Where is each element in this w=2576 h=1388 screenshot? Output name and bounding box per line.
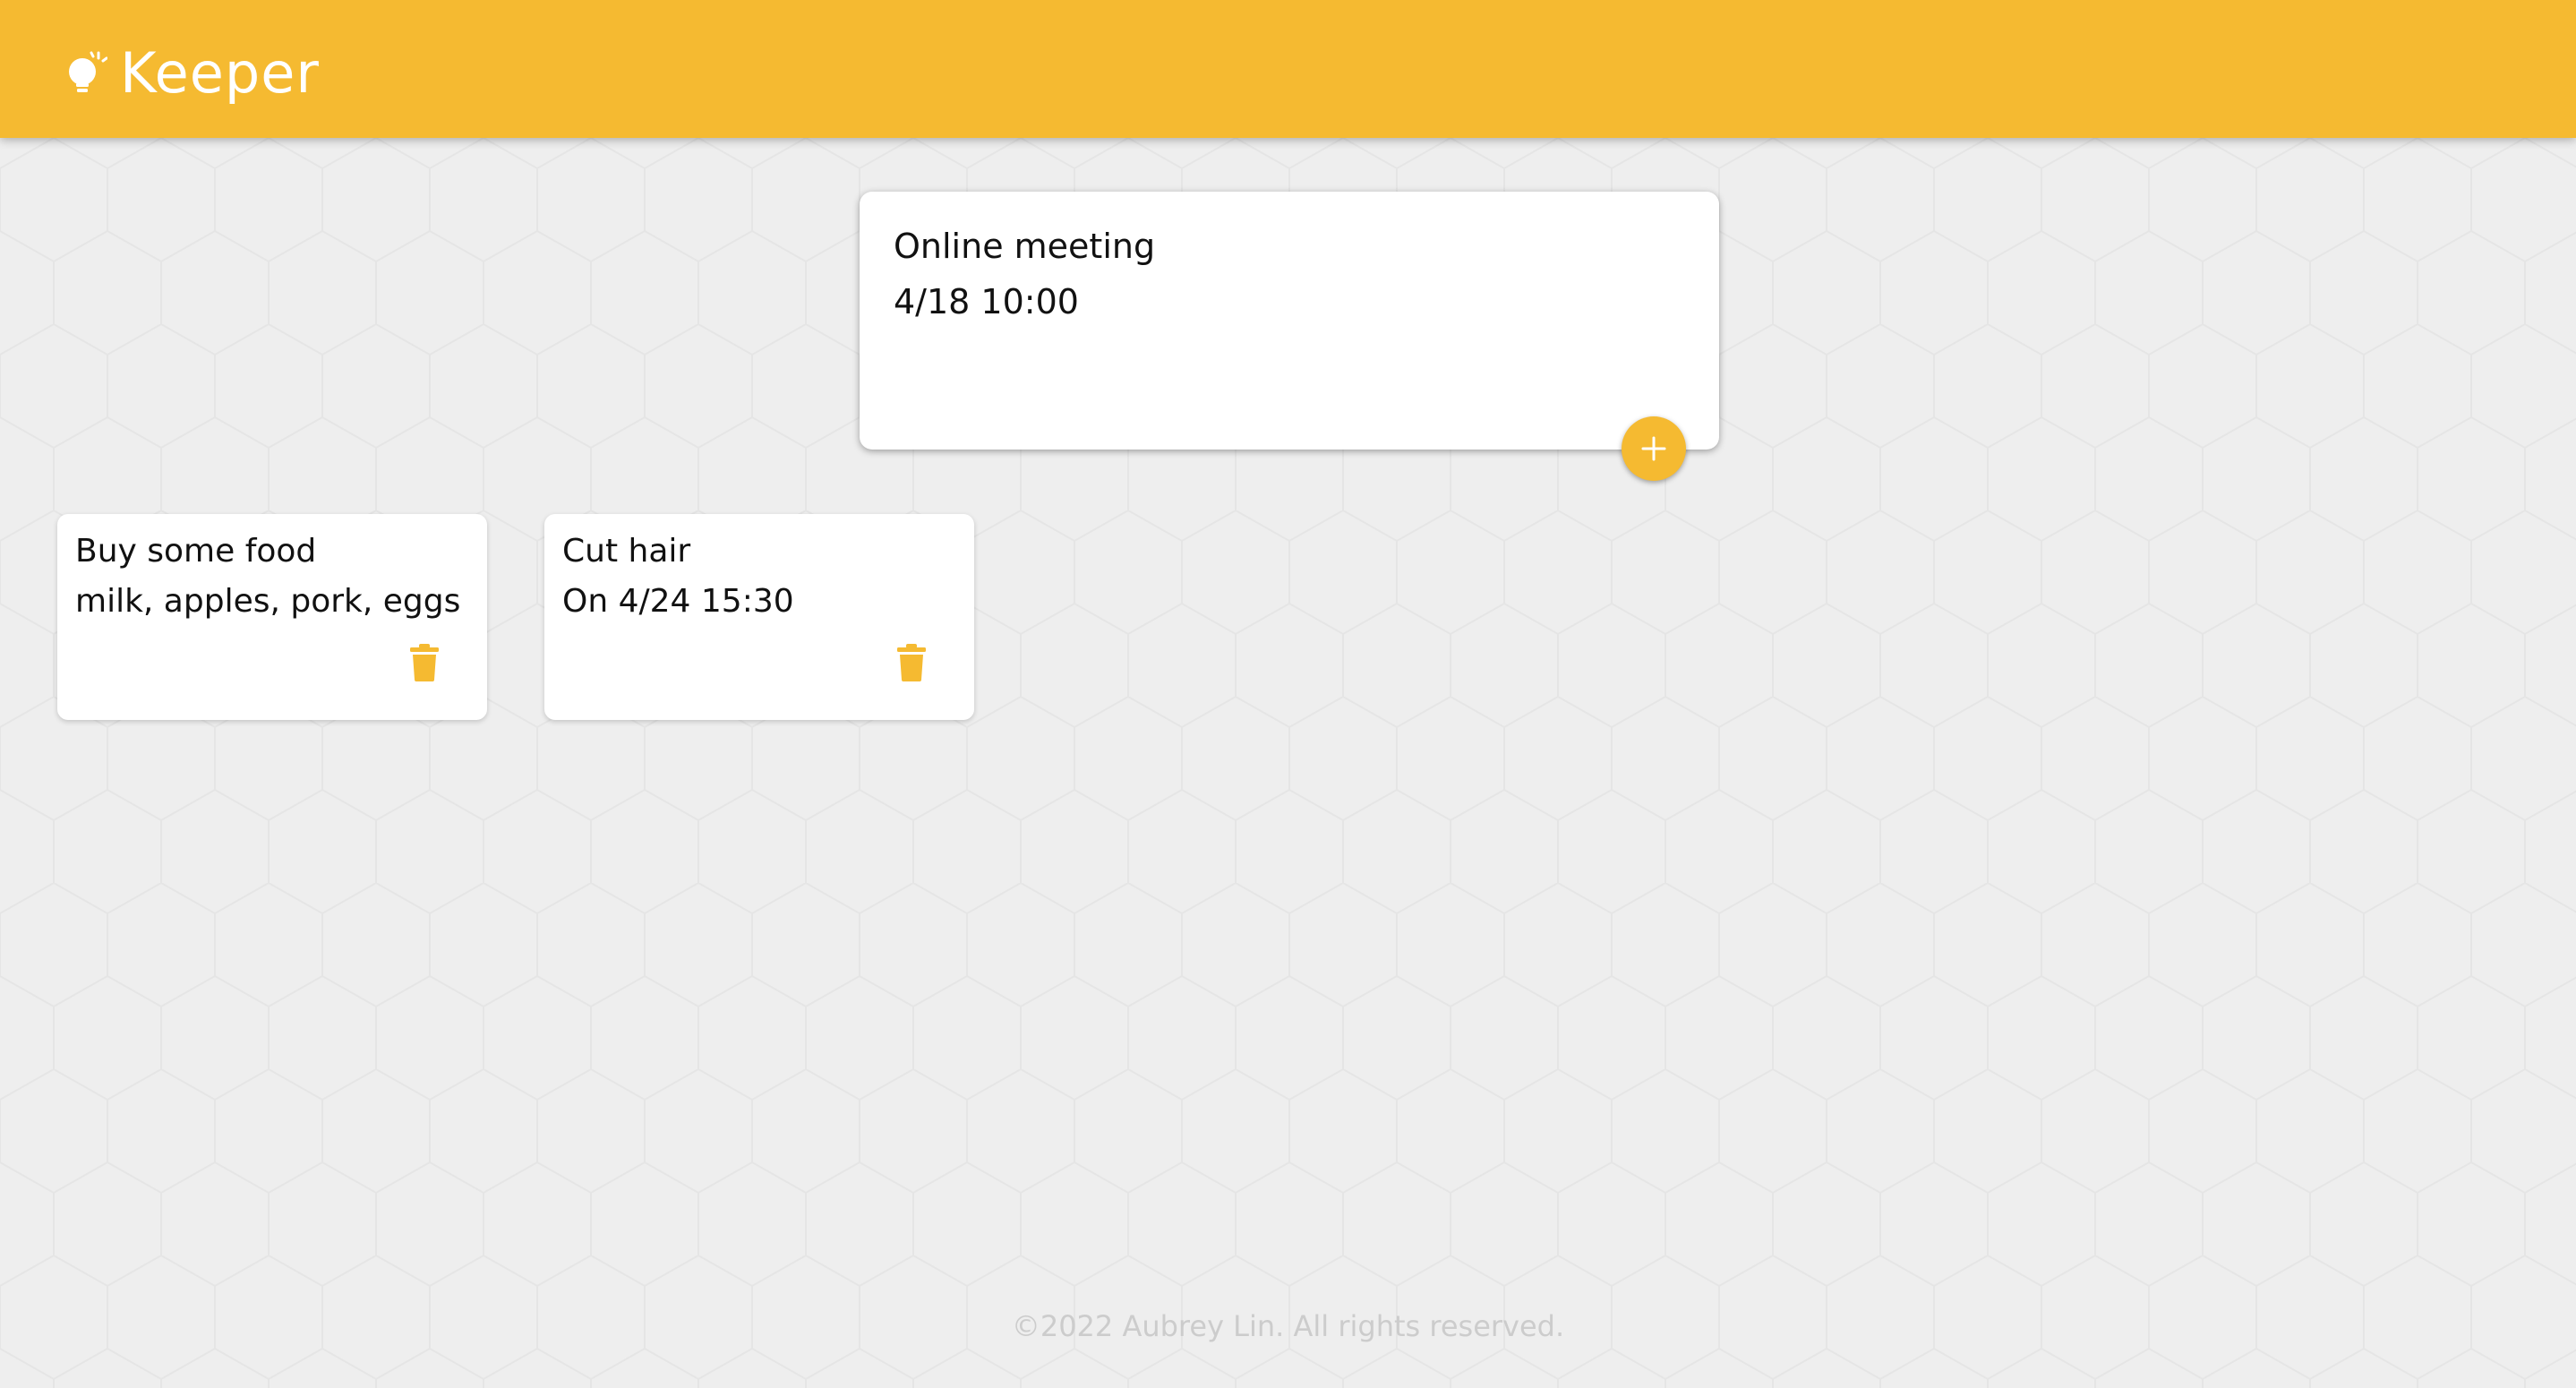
app-title: Keeper — [120, 40, 320, 106]
lightbulb-icon — [64, 48, 107, 99]
brand: Keeper — [64, 38, 320, 109]
note-content: milk, apples, pork, eggs — [75, 583, 461, 620]
note-card: Buy some food milk, apples, pork, eggs — [57, 514, 487, 720]
delete-note-button[interactable] — [886, 638, 937, 688]
app-header: Keeper — [0, 0, 2576, 138]
note-content-textarea[interactable]: 4/18 10:00 — [894, 279, 1685, 324]
create-note-form: Online meeting 4/18 10:00 — [860, 192, 1719, 450]
copyright-text: ©2022 Aubrey Lin. All rights reserved. — [1011, 1309, 1565, 1343]
note-title: Cut hair — [562, 533, 691, 570]
note-card: Cut hair On 4/24 15:30 — [544, 514, 974, 720]
note-title-input[interactable]: Online meeting — [894, 224, 1685, 270]
add-note-button[interactable] — [1622, 416, 1686, 481]
plus-icon — [1639, 433, 1669, 464]
note-title: Buy some food — [75, 533, 317, 570]
note-content: On 4/24 15:30 — [562, 583, 794, 620]
delete-note-button[interactable] — [399, 638, 449, 688]
trash-icon — [408, 643, 441, 682]
trash-icon — [895, 643, 928, 682]
page-footer: ©2022 Aubrey Lin. All rights reserved. — [0, 1309, 2576, 1343]
